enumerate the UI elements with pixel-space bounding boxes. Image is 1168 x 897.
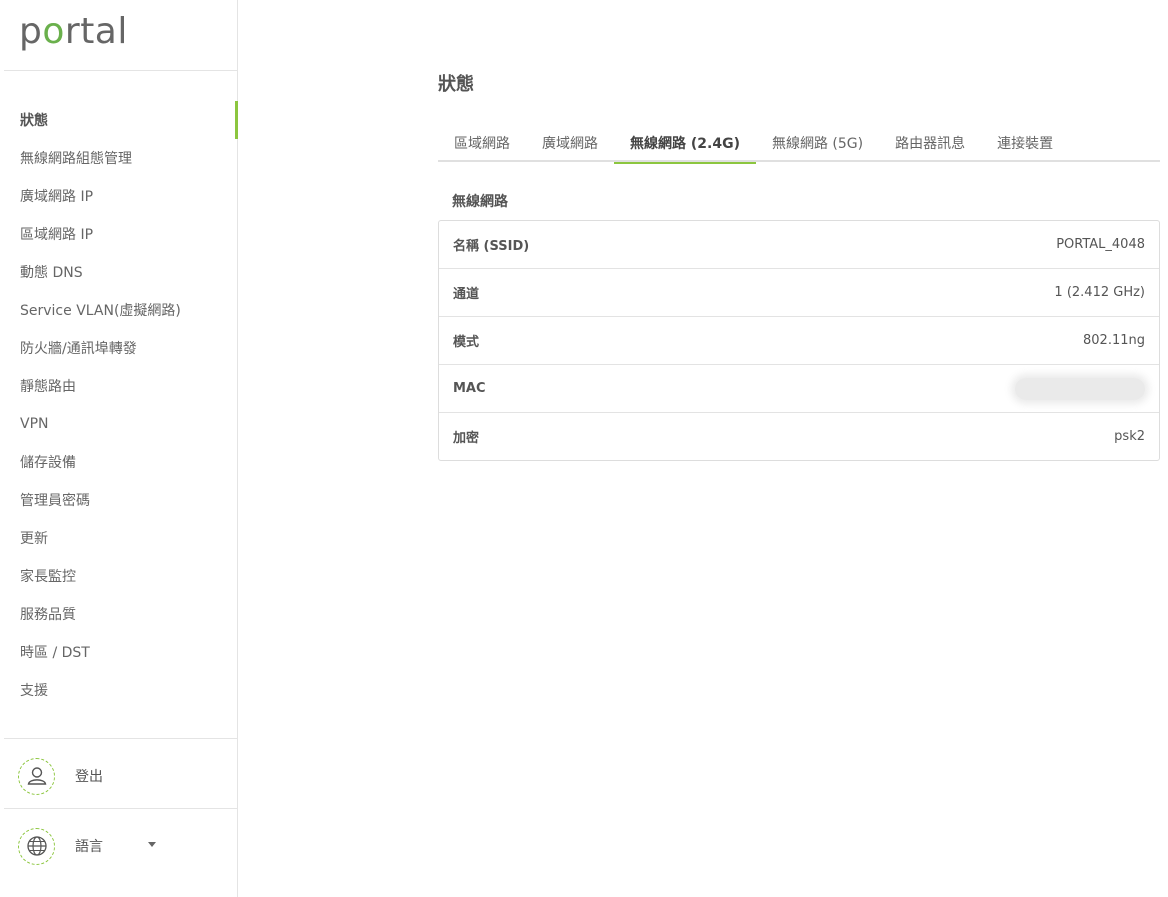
language-selector[interactable]: 語言 [18,827,228,865]
user-icon [18,757,55,795]
sidebar-item-label: 廣域網路 IP [20,189,94,205]
sidebar-divider [4,808,237,809]
sidebar-item-vpn[interactable]: VPN [0,405,238,443]
tab-label: 廣域網路 [542,136,598,152]
status-tabs: 區域網路 廣域網路 無線網路 (2.4G) 無線網路 (5G) 路由器訊息 連接… [438,124,1160,164]
sidebar-item-label: Service VLAN(虛擬網路) [20,303,181,319]
sidebar-item-storage[interactable]: 儲存設備 [0,443,238,481]
sidebar-item-firewall[interactable]: 防火牆/通訊埠轉發 [0,329,238,367]
sidebar-item-label: 儲存設備 [20,455,76,471]
sidebar-item-label: 服務品質 [20,607,76,623]
logout-button[interactable]: 登出 [18,757,228,795]
row-label: 模式 [453,335,480,350]
sidebar-item-label: 時區 / DST [20,645,90,661]
row-value: psk2 [1114,429,1145,444]
sidebar-item-timezone[interactable]: 時區 / DST [0,633,238,671]
sidebar-item-wan-ip[interactable]: 廣域網路 IP [0,177,238,215]
chevron-down-icon[interactable] [148,842,156,847]
sidebar-item-label: 支援 [20,683,48,699]
language-label: 語言 [75,839,103,855]
sidebar-item-label: 防火牆/通訊埠轉發 [20,341,137,357]
sidebar-item-label: 區域網路 IP [20,227,94,243]
sidebar-item-label: 家長監控 [20,569,76,585]
sidebar-item-label: VPN [20,416,49,432]
row-label: 通道 [453,287,480,302]
tab-label: 連接裝置 [997,136,1054,152]
sidebar-item-support[interactable]: 支援 [0,671,238,709]
sidebar-item-label: 動態 DNS [20,265,83,281]
sidebar-item-label: 靜態路由 [20,379,76,395]
globe-icon [18,827,55,865]
sidebar-item-static-routes[interactable]: 靜態路由 [0,367,238,405]
tab-connected-devices[interactable]: 連接裝置 [981,124,1069,162]
portal-logo[interactable]: portal [19,12,128,52]
tab-wireless-2-4g[interactable]: 無線網路 (2.4G) [614,124,756,164]
tab-lan[interactable]: 區域網路 [438,124,526,162]
sidebar-item-label: 狀態 [20,113,48,129]
row-value: 1 (2.412 GHz) [1054,285,1145,300]
page-title: 狀態 [438,74,474,95]
sidebar-nav: 狀態 無線網路組態管理 廣域網路 IP 區域網路 IP 動態 DNS Servi… [0,101,238,709]
tab-wan[interactable]: 廣域網路 [526,124,614,162]
sidebar-item-qos[interactable]: 服務品質 [0,595,238,633]
info-row-mode: 模式 802.11ng [439,317,1159,365]
sidebar-item-lan-ip[interactable]: 區域網路 IP [0,215,238,253]
tab-label: 無線網路 (2.4G) [630,136,740,152]
info-row-channel: 通道 1 (2.412 GHz) [439,269,1159,317]
sidebar-item-label: 無線網路組態管理 [20,151,132,167]
section-title: 無線網路 [452,194,508,210]
sidebar-item-parental-control[interactable]: 家長監控 [0,557,238,595]
redacted-mac-value [1015,377,1145,400]
row-label: MAC [453,381,486,396]
tab-label: 區域網路 [454,136,510,152]
sidebar-item-wireless-config[interactable]: 無線網路組態管理 [0,139,238,177]
logout-label: 登出 [75,769,103,785]
sidebar-divider [4,738,237,739]
row-value: 802.11ng [1083,333,1145,348]
sidebar-divider [4,70,237,71]
tab-label: 路由器訊息 [895,136,966,152]
tab-wireless-5g[interactable]: 無線網路 (5G) [756,124,879,162]
tab-label: 無線網路 (5G) [771,136,864,152]
sidebar-item-status[interactable]: 狀態 [0,101,238,139]
info-row-encryption: 加密 psk2 [439,413,1159,460]
info-row-ssid: 名稱 (SSID) PORTAL_4048 [439,221,1159,269]
wireless-info-card: 名稱 (SSID) PORTAL_4048 通道 1 (2.412 GHz) 模… [438,220,1160,461]
tab-router-info[interactable]: 路由器訊息 [879,124,981,162]
sidebar-item-update[interactable]: 更新 [0,519,238,557]
row-value: PORTAL_4048 [1056,237,1145,252]
sidebar: portal 狀態 無線網路組態管理 廣域網路 IP 區域網路 IP 動態 DN… [0,0,238,897]
info-row-mac: MAC [439,365,1159,413]
sidebar-item-admin-password[interactable]: 管理員密碼 [0,481,238,519]
sidebar-item-label: 更新 [20,531,48,547]
sidebar-item-service-vlan[interactable]: Service VLAN(虛擬網路) [0,291,238,329]
row-label: 名稱 (SSID) [453,239,530,254]
row-label: 加密 [453,431,480,446]
sidebar-item-ddns[interactable]: 動態 DNS [0,253,238,291]
sidebar-item-label: 管理員密碼 [20,493,90,509]
